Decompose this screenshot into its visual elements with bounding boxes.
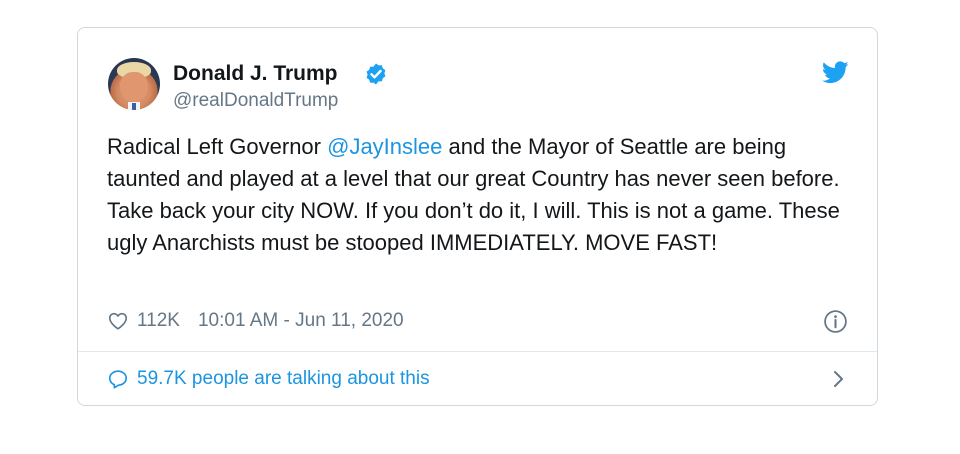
conversation-link[interactable]: 59.7K people are talking about this — [107, 367, 430, 391]
info-icon[interactable] — [823, 309, 848, 334]
tweet-timestamp[interactable]: 10:01 AM - Jun 11, 2020 — [198, 310, 404, 332]
tweet-text: Radical Left Governor @JayInslee and the… — [107, 131, 852, 259]
tweet-text-start: Radical Left Governor — [107, 134, 328, 159]
speech-bubble-icon — [108, 370, 128, 389]
verified-badge-icon — [366, 63, 386, 85]
conversation-count-text: 59.7K people are talking about this — [137, 368, 430, 389]
like-count[interactable]: 112K — [137, 310, 180, 332]
avatar-face — [120, 72, 148, 102]
author-handle[interactable]: @realDonaldTrump — [173, 90, 338, 112]
chevron-right-icon[interactable] — [830, 369, 846, 389]
avatar[interactable] — [108, 58, 160, 110]
tweet-meta-row: 112K 10:01 AM - Jun 11, 2020 — [107, 309, 404, 333]
author-name[interactable]: Donald J. Trump — [173, 62, 338, 86]
heart-icon[interactable] — [107, 310, 129, 332]
avatar-tie — [132, 103, 136, 110]
mention-link[interactable]: @JayInslee — [327, 134, 442, 159]
twitter-bird-icon[interactable] — [822, 61, 849, 84]
divider — [78, 351, 877, 352]
tweet-card[interactable]: Donald J. Trump @realDonaldTrump Radical… — [77, 27, 878, 406]
